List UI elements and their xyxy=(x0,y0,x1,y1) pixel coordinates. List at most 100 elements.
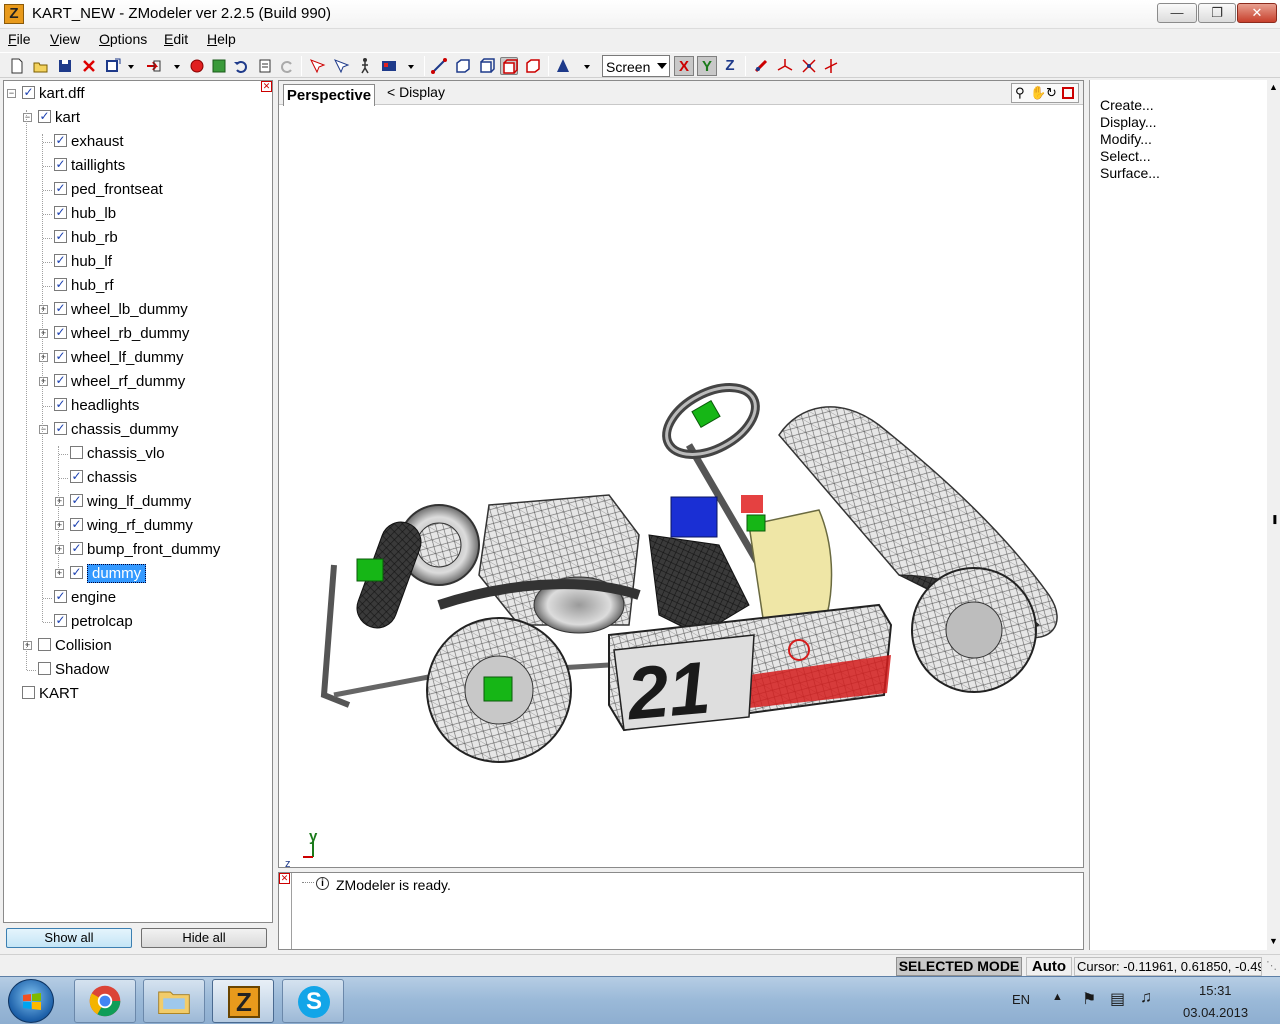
visibility-checkbox[interactable]: ✓ xyxy=(54,229,67,243)
collapse-icon[interactable]: − xyxy=(7,89,16,98)
visibility-checkbox[interactable]: ✓ xyxy=(54,373,67,387)
maximize-viewport-icon[interactable] xyxy=(1062,87,1074,99)
taskbar-skype[interactable]: S xyxy=(282,979,344,1023)
axes-pivot-icon[interactable] xyxy=(822,57,840,75)
menu-options[interactable]: Options xyxy=(99,31,147,47)
pan-icon[interactable]: ✋ xyxy=(1030,85,1046,101)
tree-item[interactable]: ✓ petrolcap xyxy=(54,611,133,633)
tree-item[interactable]: ✓ exhaust xyxy=(54,131,124,153)
axes-world-icon[interactable] xyxy=(800,57,818,75)
action-center-flag-icon[interactable]: ⚑ xyxy=(1082,989,1096,1009)
collapse-icon[interactable]: − xyxy=(23,113,32,122)
tree-item[interactable]: ✓ ped_frontseat xyxy=(54,179,163,201)
axes-local-icon[interactable] xyxy=(776,57,794,75)
axis-y-toggle[interactable]: Y xyxy=(697,56,717,76)
start-button[interactable] xyxy=(8,979,54,1023)
visibility-checkbox[interactable] xyxy=(70,445,83,459)
document-icon[interactable] xyxy=(256,57,274,75)
tree-item[interactable]: ✓ hub_lf xyxy=(54,251,112,273)
surface-mode-icon[interactable] xyxy=(524,57,542,75)
visibility-checkbox[interactable]: ✓ xyxy=(54,613,67,627)
visibility-checkbox[interactable] xyxy=(38,661,51,675)
zoom-icon[interactable]: ⚲ xyxy=(1015,85,1025,101)
import-icon[interactable] xyxy=(104,57,122,75)
axis-z-toggle[interactable]: Z xyxy=(720,56,740,76)
taskbar-explorer[interactable] xyxy=(143,979,205,1023)
close-icon[interactable]: ✕ xyxy=(261,81,272,92)
tree-item[interactable]: ✓ wheel_rb_dummy xyxy=(54,323,189,345)
resize-grip-icon[interactable]: ⋱ xyxy=(1266,959,1277,972)
dropdown-arrow-icon[interactable] xyxy=(122,57,140,75)
scrollbar-grip[interactable]: ❚ xyxy=(1271,514,1279,525)
tree-item[interactable]: ✓ wheel_rf_dummy xyxy=(54,371,185,393)
link-icon[interactable] xyxy=(752,57,770,75)
visibility-checkbox[interactable]: ✓ xyxy=(70,565,83,579)
language-indicator[interactable]: EN xyxy=(1012,992,1030,1007)
open-folder-icon[interactable] xyxy=(32,57,50,75)
tree-item[interactable]: ✓ chassis_dummy xyxy=(54,419,179,441)
undo-icon[interactable] xyxy=(232,57,250,75)
record-icon[interactable] xyxy=(188,57,206,75)
expand-icon[interactable]: + xyxy=(39,329,48,338)
menu-help[interactable]: Help xyxy=(207,31,236,47)
texture-icon[interactable] xyxy=(210,57,228,75)
save-icon[interactable] xyxy=(56,57,74,75)
tab-perspective[interactable]: Perspective xyxy=(283,84,375,106)
display-command[interactable]: Display... xyxy=(1100,114,1157,131)
tree-item[interactable]: ✓ taillights xyxy=(54,155,125,177)
visibility-checkbox[interactable]: ✓ xyxy=(38,109,51,123)
walk-icon[interactable] xyxy=(356,57,374,75)
dropdown-arrow-icon[interactable] xyxy=(578,57,596,75)
dropdown-arrow-icon[interactable] xyxy=(168,57,186,75)
visibility-checkbox[interactable]: ✓ xyxy=(54,205,67,219)
visibility-checkbox[interactable]: ✓ xyxy=(70,469,83,483)
tree-item[interactable]: ✓ wing_rf_dummy xyxy=(70,515,193,537)
properties-icon[interactable] xyxy=(380,57,398,75)
view-space-select[interactable]: Screen xyxy=(602,55,670,77)
show-hidden-icons-icon[interactable]: ▲ xyxy=(1052,991,1063,1003)
visibility-checkbox[interactable]: ✓ xyxy=(70,517,83,531)
close-icon[interactable]: ✕ xyxy=(279,873,290,884)
show-all-button[interactable]: Show all xyxy=(6,928,132,948)
expand-icon[interactable]: + xyxy=(23,641,32,650)
expand-icon[interactable]: + xyxy=(55,521,64,530)
visibility-checkbox[interactable]: ✓ xyxy=(54,301,67,315)
visibility-checkbox[interactable]: ✓ xyxy=(70,493,83,507)
render-mode-icon[interactable] xyxy=(554,57,572,75)
tree-item[interactable]: ✓ chassis xyxy=(70,467,137,489)
visibility-checkbox[interactable] xyxy=(22,685,35,699)
new-file-icon[interactable] xyxy=(8,57,26,75)
maximize-button[interactable]: ❐ xyxy=(1198,3,1236,23)
object-mode-icon[interactable] xyxy=(478,57,496,75)
tree-item[interactable]: ✓ hub_rf xyxy=(54,275,114,297)
zmodeler-app-icon[interactable]: Z xyxy=(4,4,24,24)
volume-icon[interactable]: ♫ xyxy=(1140,989,1152,1007)
visibility-checkbox[interactable]: ✓ xyxy=(22,85,35,99)
menu-file[interactable]: File xyxy=(8,31,31,47)
group-mode-icon[interactable] xyxy=(500,57,518,75)
select-move-icon[interactable] xyxy=(332,57,350,75)
tree-item[interactable]: ✓ wheel_lb_dummy xyxy=(54,299,188,321)
tree-item[interactable]: ✓ wheel_lf_dummy xyxy=(54,347,184,369)
taskbar-chrome[interactable] xyxy=(74,979,136,1023)
scroll-down-icon[interactable]: ▼ xyxy=(1269,936,1278,946)
command-panel-scrollbar[interactable]: ▲ ❚ ▼ xyxy=(1267,80,1280,950)
visibility-checkbox[interactable]: ✓ xyxy=(54,253,67,267)
visibility-checkbox[interactable]: ✓ xyxy=(54,133,67,147)
visibility-checkbox[interactable]: ✓ xyxy=(54,349,67,363)
tree-item[interactable]: ✓ hub_rb xyxy=(54,227,118,249)
menu-edit[interactable]: Edit xyxy=(164,31,188,47)
tree-item[interactable]: chassis_vlo xyxy=(70,443,165,465)
dropdown-arrow-icon[interactable] xyxy=(402,57,420,75)
select-vertex-icon[interactable] xyxy=(308,57,326,75)
auto-indicator[interactable]: Auto xyxy=(1026,957,1072,976)
taskbar-zmodeler[interactable]: Z xyxy=(212,979,274,1023)
visibility-checkbox[interactable]: ✓ xyxy=(54,325,67,339)
display-toggle[interactable]: < Display xyxy=(387,84,445,100)
close-button[interactable]: ✕ xyxy=(1237,3,1277,23)
network-icon[interactable]: ▤ xyxy=(1110,989,1125,1009)
hide-all-button[interactable]: Hide all xyxy=(141,928,267,948)
vertex-mode-icon[interactable] xyxy=(430,57,448,75)
minimize-button[interactable]: — xyxy=(1157,3,1197,23)
axis-x-toggle[interactable]: X xyxy=(674,56,694,76)
